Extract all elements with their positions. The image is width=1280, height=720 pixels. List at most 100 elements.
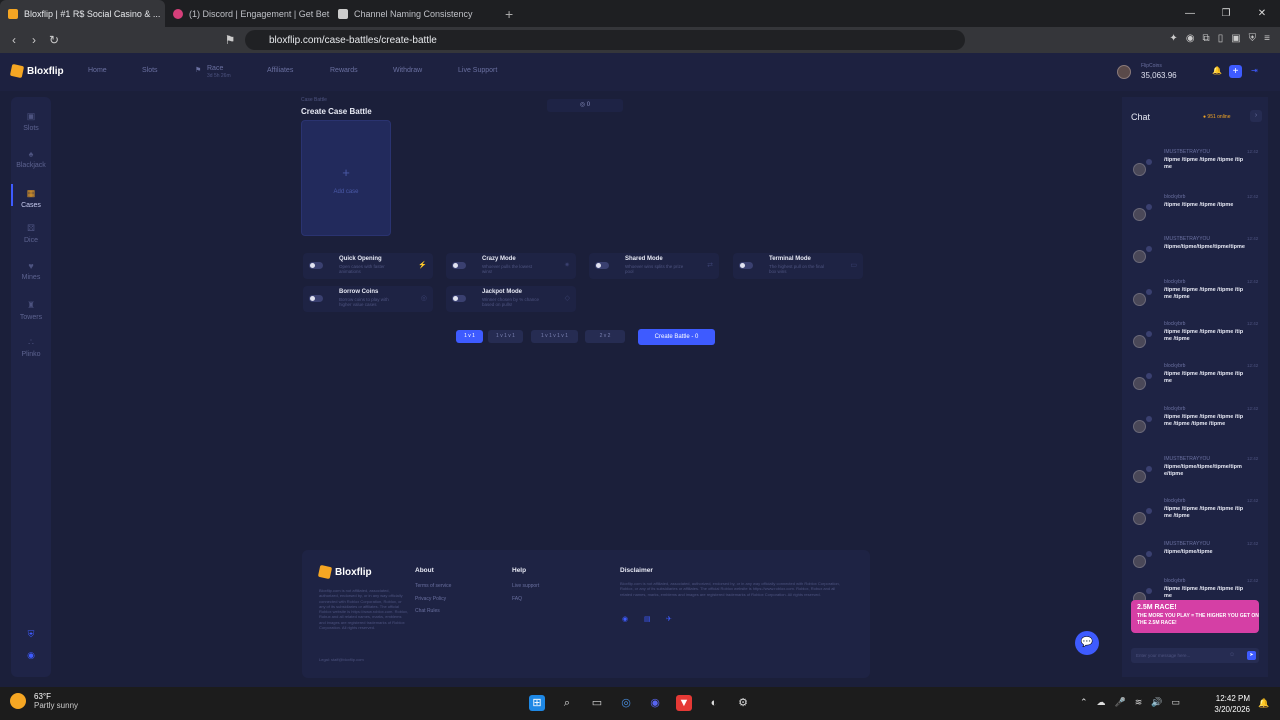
user-avatar[interactable] — [1133, 335, 1146, 348]
toggle[interactable] — [595, 262, 609, 269]
toggle[interactable] — [309, 262, 323, 269]
user-avatar[interactable] — [1133, 250, 1146, 263]
toggle[interactable] — [739, 262, 753, 269]
emoji-icon[interactable]: ☺ — [1229, 652, 1235, 658]
chat-username[interactable]: blockybrb — [1164, 321, 1185, 327]
nav-rewards[interactable]: Rewards — [330, 67, 358, 74]
chat-username[interactable]: IMUSTBETRAYYOU — [1164, 456, 1210, 462]
back-icon[interactable]: ‹ — [4, 33, 24, 47]
bell-icon[interactable]: 🔔 — [1212, 66, 1222, 75]
deposit-button[interactable]: + — [1229, 65, 1242, 78]
steam-icon[interactable]: ⚙ — [735, 695, 751, 711]
file-explorer-icon[interactable]: ▭ — [589, 695, 605, 711]
team-1v1v1v1-button[interactable]: 1 v 1 v 1 v 1 — [531, 330, 578, 343]
toggle[interactable] — [452, 262, 466, 269]
user-avatar[interactable] — [1133, 208, 1146, 221]
breadcrumb[interactable]: Case Battle — [301, 97, 327, 103]
send-icon[interactable]: ➤ — [1247, 651, 1256, 660]
nav-live-support[interactable]: Live Support — [458, 67, 497, 74]
discord-extension-icon[interactable]: ◉ — [1186, 33, 1195, 44]
tab-bloxflip[interactable]: Bloxflip | #1 R$ Social Casino & ... ✕ — [0, 0, 165, 27]
sidebar-item-cases[interactable]: ▦ Cases — [11, 184, 51, 209]
mode-jackpot[interactable]: Jackpot Mode Winner chosen by % chance ba… — [446, 286, 576, 312]
volume-icon[interactable]: 🔊 — [1151, 697, 1162, 708]
search-icon[interactable]: ⌕ — [559, 695, 575, 711]
user-avatar[interactable] — [1133, 377, 1146, 390]
weather-widget[interactable]: 63°F Partly sunny — [10, 692, 78, 710]
puzzle-icon[interactable]: ⧉ — [1203, 33, 1210, 44]
chat-username[interactable]: blockybrb — [1164, 194, 1185, 200]
user-avatar[interactable] — [1117, 65, 1131, 79]
create-battle-button[interactable]: Create Battle - 0 — [638, 329, 715, 345]
user-avatar[interactable] — [1133, 163, 1146, 176]
nav-withdraw[interactable]: Withdraw — [393, 67, 422, 74]
notification-icon[interactable]: 🔔 — [1256, 695, 1272, 711]
chevron-up-icon[interactable]: ⌃ — [1080, 697, 1088, 708]
sidebar-item-mines[interactable]: ♥ Mines — [11, 261, 51, 281]
chat-username[interactable]: IMUSTBETRAYYOU — [1164, 541, 1210, 547]
toggle[interactable] — [309, 295, 323, 302]
brave-icon[interactable]: ▼ — [676, 695, 692, 711]
privacy-link[interactable]: Privacy Policy — [415, 596, 446, 602]
mode-quick-opening[interactable]: Quick Opening Open cases with faster anim… — [303, 253, 433, 279]
mode-crazy[interactable]: Crazy Mode Whoever pulls the lowest wins!… — [446, 253, 576, 279]
sidebar-discord[interactable]: ◉ — [11, 650, 51, 664]
tab-discord[interactable]: (1) Discord | Engagement | Get Bet — [165, 0, 330, 27]
wifi-icon[interactable]: ≋ — [1135, 697, 1143, 708]
sidebar-item-dice[interactable]: ⚄ Dice — [11, 223, 51, 244]
app-icon[interactable]: ◐ — [706, 695, 722, 711]
faq-link[interactable]: FAQ — [512, 596, 522, 602]
mode-borrow-coins[interactable]: Borrow Coins Borrow coins to play with hi… — [303, 286, 433, 312]
maximize-icon[interactable]: ❐ — [1208, 0, 1244, 27]
clock[interactable]: 12:42 PM 3/20/2026 — [1214, 693, 1250, 715]
terms-link[interactable]: Terms of service — [415, 583, 451, 589]
minimize-icon[interactable]: — — [1172, 0, 1208, 27]
race-banner[interactable]: 2.5M RACE! THE MORE YOU PLAY = THE HIGHE… — [1131, 600, 1259, 633]
chat-username[interactable]: blockybrb — [1164, 498, 1185, 504]
start-icon[interactable]: ⊞ — [529, 695, 545, 711]
url-field[interactable]: bloxflip.com/case-battles/create-battle — [245, 30, 965, 50]
reload-icon[interactable]: ↻ — [44, 33, 64, 47]
twitch-icon[interactable]: ▤ — [644, 615, 651, 623]
nav-race[interactable]: Race — [207, 65, 223, 72]
wallet-icon[interactable]: ▣ — [1231, 33, 1240, 44]
live-support-link[interactable]: Live support — [512, 583, 539, 589]
sidebar-icon[interactable]: ▯ — [1218, 33, 1224, 44]
mode-shared[interactable]: Shared Mode Whoever wins splits the prize… — [589, 253, 719, 279]
bloxflip-logo[interactable]: Bloxflip — [9, 63, 64, 79]
user-avatar[interactable] — [1133, 512, 1146, 525]
add-case-card[interactable]: + Add case — [301, 120, 391, 236]
logout-icon[interactable]: ⇥ — [1251, 66, 1258, 75]
sidebar-item-slots[interactable]: ▣ Slots — [11, 111, 51, 132]
new-tab-icon[interactable]: + — [505, 6, 513, 22]
user-avatar[interactable] — [1133, 420, 1146, 433]
team-1v1-button[interactable]: 1 v 1 — [456, 330, 483, 343]
sidebar-shield[interactable]: ⛨ — [11, 629, 51, 643]
extension-icon[interactable]: ✦ — [1169, 33, 1177, 44]
edge-icon[interactable]: ◎ — [618, 695, 634, 711]
discord-taskbar-icon[interactable]: ◉ — [647, 695, 663, 711]
cloud-icon[interactable]: ☁ — [1097, 697, 1106, 708]
collapse-chat-icon[interactable]: › — [1250, 110, 1262, 122]
team-2v2-button[interactable]: 2 v 2 — [585, 330, 625, 343]
close-window-icon[interactable]: ✕ — [1244, 0, 1280, 27]
battery-icon[interactable]: ▭ — [1171, 697, 1180, 708]
chat-username[interactable]: blockybrb — [1164, 363, 1185, 369]
twitter-icon[interactable]: ✈ — [666, 615, 672, 623]
chat-username[interactable]: blockybrb — [1164, 578, 1185, 584]
nav-slots[interactable]: Slots — [142, 67, 158, 74]
discord-icon[interactable]: ◉ — [622, 615, 628, 623]
menu-icon[interactable]: ≡ — [1264, 33, 1270, 44]
sidebar-item-blackjack[interactable]: ♠ Blackjack — [11, 149, 51, 169]
mode-terminal[interactable]: Terminal Mode The highest pull on the fin… — [733, 253, 863, 279]
toggle[interactable] — [452, 295, 466, 302]
footer-legal[interactable]: Legal: staff@bloxflip.com — [319, 657, 409, 662]
mic-icon[interactable]: 🎤 — [1115, 697, 1126, 708]
shield-icon[interactable]: ⛨ — [1249, 33, 1257, 44]
bookmark-icon[interactable]: ⚑ — [220, 33, 240, 47]
user-avatar[interactable] — [1133, 293, 1146, 306]
nav-home[interactable]: Home — [88, 67, 107, 74]
chat-input[interactable]: Enter your message here... ☺ ➤ — [1131, 648, 1259, 663]
chat-username[interactable]: blockybrb — [1164, 406, 1185, 412]
tab-channel-naming[interactable]: Channel Naming Consistency — [330, 0, 495, 27]
